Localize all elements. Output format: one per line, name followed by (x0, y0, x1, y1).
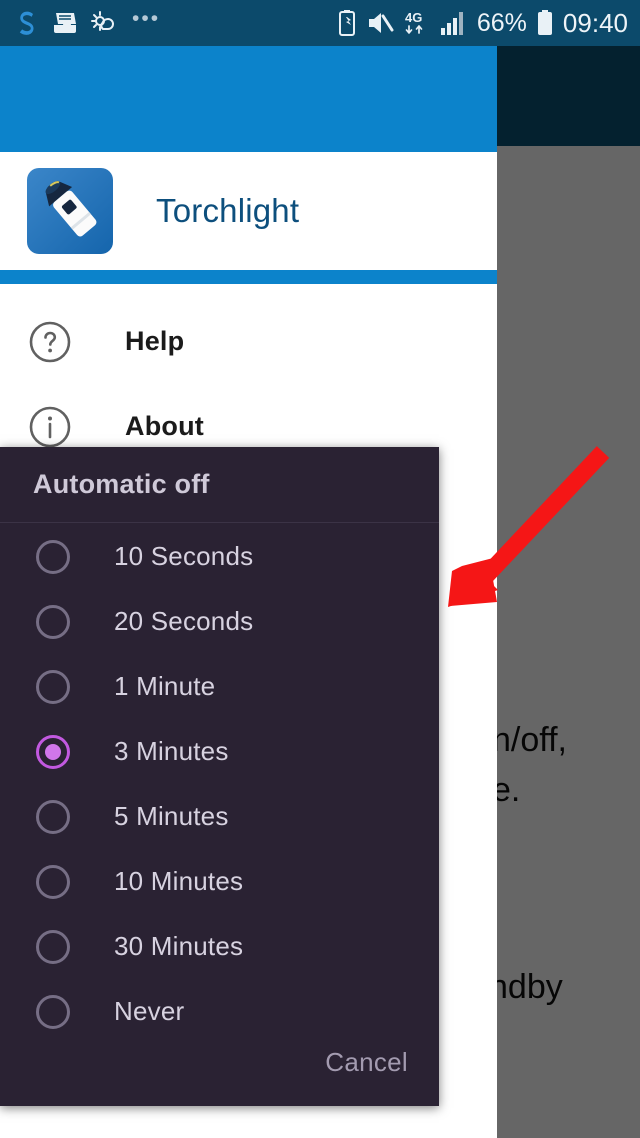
list-item[interactable]: 30 Minutes (0, 914, 439, 979)
dialog-title: Automatic off (0, 447, 439, 523)
dialog-title-label: Automatic off (33, 469, 210, 499)
option-label: 3 Minutes (114, 736, 229, 766)
option-label: 10 Minutes (114, 866, 244, 896)
background-app-bar (497, 46, 640, 146)
list-item[interactable]: 3 Minutes (0, 719, 439, 784)
radio-icon[interactable] (36, 669, 70, 704)
sidebar-item-label: Help (125, 326, 185, 356)
list-item[interactable]: 5 Minutes (0, 784, 439, 849)
battery-percent-label: 66% (476, 9, 527, 37)
radio-icon-selected[interactable] (36, 734, 70, 769)
battery-saver-icon (338, 10, 355, 36)
sidebar-item-help[interactable]: Help (0, 299, 497, 384)
sound-muted-icon (368, 13, 394, 33)
radio-icon[interactable] (36, 994, 70, 1029)
svg-text:4G: 4G (405, 10, 422, 25)
s-logo-icon (19, 11, 34, 35)
app-title: Torchlight (156, 192, 300, 229)
battery-icon (537, 10, 552, 35)
radio-icon[interactable] (36, 929, 70, 964)
radio-icon[interactable] (36, 604, 70, 639)
sidebar-item-label: About (125, 411, 204, 441)
status-bar-left-icons: ••• (12, 8, 337, 38)
option-label: Never (114, 996, 185, 1026)
drawer-header: Torchlight (0, 152, 497, 270)
automatic-off-dialog: Automatic off 10 Seconds 20 Seconds 1 Mi… (0, 447, 439, 1106)
radio-icon[interactable] (36, 864, 70, 899)
option-label: 20 Seconds (114, 606, 254, 636)
list-item[interactable]: 1 Minute (0, 654, 439, 719)
option-list: 10 Seconds 20 Seconds 1 Minute 3 Minutes… (0, 524, 439, 1044)
option-label: 30 Minutes (114, 931, 244, 961)
phone-screen: ••• 4G 66% 09:40 Torchlight Help About A… (0, 0, 640, 1138)
radio-icon[interactable] (36, 799, 70, 834)
more-dots-icon: ••• (132, 7, 161, 30)
help-circle-icon (27, 319, 73, 365)
network-4g-icon: 4G (405, 10, 423, 34)
dialog-scrim-overlay[interactable] (497, 146, 640, 1138)
list-item[interactable]: 10 Minutes (0, 849, 439, 914)
drawer-accent-divider (0, 270, 497, 284)
option-label: 1 Minute (114, 671, 216, 701)
signal-bars-icon (440, 12, 463, 35)
status-bar-right-icons: 4G 66% 09:40 (337, 9, 628, 37)
clock-label: 09:40 (562, 8, 628, 38)
weather-sun-cloud-icon (91, 11, 114, 31)
drawer-top-banner (0, 46, 497, 152)
torch-flashlight-icon (27, 168, 113, 254)
list-item[interactable]: Never (0, 979, 439, 1044)
info-circle-icon (27, 404, 73, 450)
list-item[interactable]: 20 Seconds (0, 589, 439, 654)
list-item[interactable]: 10 Seconds (0, 524, 439, 589)
inbox-tray-icon (54, 13, 76, 33)
radio-icon[interactable] (36, 539, 70, 574)
cancel-button[interactable]: Cancel (321, 1041, 412, 1084)
option-label: 5 Minutes (114, 801, 229, 831)
option-label: 10 Seconds (114, 541, 254, 571)
status-bar: ••• 4G 66% 09:40 (0, 0, 640, 46)
